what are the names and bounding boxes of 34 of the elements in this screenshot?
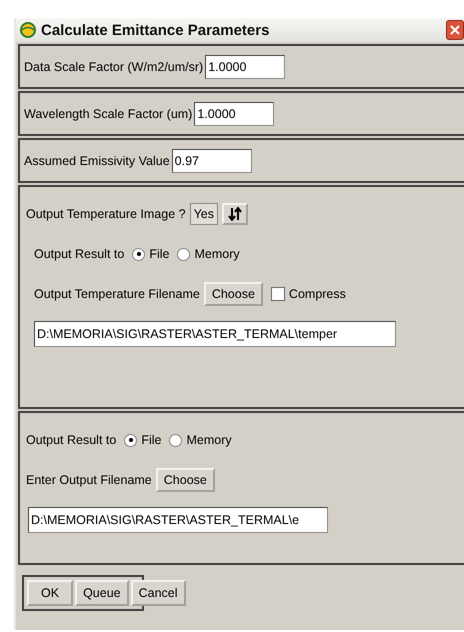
field-label: Output Temperature Image ? — [26, 207, 186, 221]
input-field[interactable]: 1.0000 — [205, 54, 286, 78]
radio-button[interactable] — [177, 248, 190, 260]
window-title: Calculate Emittance Parameters — [41, 22, 270, 38]
field-label: Data Scale Factor (W/m2/um/sr) — [24, 60, 204, 74]
input-field[interactable]: 0.97 — [172, 148, 252, 172]
field-label: Output Result to — [26, 433, 116, 447]
radio-button[interactable] — [124, 434, 138, 446]
dialog-button[interactable]: Cancel — [130, 580, 186, 606]
radio-label: Memory — [186, 433, 232, 447]
globe-icon — [20, 22, 36, 38]
toggle-button[interactable] — [222, 203, 248, 225]
input-field[interactable]: D:\MEMORIA\SIG\RASTER\ASTER_TERMAL\temper — [34, 321, 396, 347]
close-icon[interactable] — [446, 20, 464, 40]
choose-button[interactable]: Choose — [204, 282, 263, 306]
field-label: Output Temperature Filename — [34, 287, 200, 301]
input-field[interactable]: D:\MEMORIA\SIG\RASTER\ASTER_TERMAL\e — [28, 507, 328, 533]
radio-button[interactable] — [132, 248, 146, 260]
checkbox-label: Compress — [288, 287, 346, 301]
field-label: Assumed Emissivity Value — [24, 154, 170, 168]
dialog-button[interactable]: Queue — [75, 580, 129, 606]
swap-arrows-icon — [228, 207, 242, 221]
radio-label: Memory — [194, 247, 240, 261]
toggle-value: Yes — [190, 203, 218, 225]
field-label: Enter Output Filename — [26, 473, 152, 487]
choose-button[interactable]: Choose — [156, 468, 215, 492]
radio-label: File — [149, 247, 170, 261]
checkbox[interactable] — [270, 287, 285, 301]
radio-label: File — [141, 433, 162, 447]
input-field[interactable]: 1.0000 — [194, 102, 274, 126]
radio-button[interactable] — [169, 434, 182, 446]
field-label: Output Result to — [34, 247, 124, 261]
dialog-button[interactable]: OK — [27, 580, 74, 606]
field-label: Wavelength Scale Factor (um) — [24, 106, 192, 120]
